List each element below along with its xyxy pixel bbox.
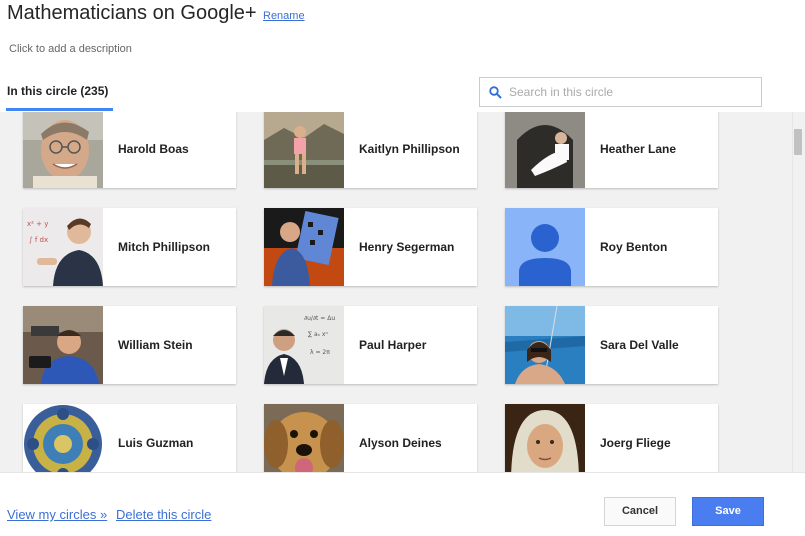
member-name: Heather Lane <box>600 142 677 156</box>
members-grid: Harold Boas Kaitlyn Phillipson Heather L… <box>0 112 805 472</box>
scrollbar-thumb[interactable] <box>794 129 802 155</box>
svg-text:λ = 2π: λ = 2π <box>310 349 330 356</box>
member-card-paul-harper[interactable]: ∂u/∂t = Δu ∑ aₙ xⁿ λ = 2π Paul Harper <box>264 306 477 384</box>
circle-header: Mathematicians on Google+ Rename Click t… <box>0 0 805 112</box>
delete-circle-link[interactable]: Delete this circle <box>116 507 211 522</box>
member-name: Paul Harper <box>359 338 427 352</box>
member-name: Roy Benton <box>600 240 668 254</box>
avatar <box>264 208 344 286</box>
member-card-william-stein[interactable]: William Stein <box>23 306 236 384</box>
dialog-footer: View my circles » Delete this circle Can… <box>0 472 805 536</box>
member-name: Joerg Fliege <box>600 436 671 450</box>
avatar <box>23 404 103 472</box>
search-box[interactable] <box>479 77 762 107</box>
save-button[interactable]: Save <box>692 497 764 526</box>
svg-text:∫ f dx: ∫ f dx <box>29 236 48 244</box>
svg-text:x² + y: x² + y <box>27 220 48 228</box>
member-card-kaitlyn-phillipson[interactable]: Kaitlyn Phillipson <box>264 112 477 188</box>
member-name: William Stein <box>118 338 193 352</box>
member-card-joerg-fliege[interactable]: Joerg Fliege <box>505 404 718 472</box>
member-card-harold-boas[interactable]: Harold Boas <box>23 112 236 188</box>
svg-text:∑ aₙ xⁿ: ∑ aₙ xⁿ <box>308 331 328 338</box>
search-input[interactable] <box>509 78 757 106</box>
description-field[interactable]: Click to add a description <box>9 43 132 55</box>
member-card-heather-lane[interactable]: Heather Lane <box>505 112 718 188</box>
member-name: Mitch Phillipson <box>118 240 210 254</box>
avatar <box>505 112 585 188</box>
svg-text:∂u/∂t = Δu: ∂u/∂t = Δu <box>304 315 335 322</box>
tab-in-this-circle[interactable]: In this circle (235) <box>7 84 108 98</box>
member-card-mitch-phillipson[interactable]: x² + y ∫ f dx Mitch Phillipson <box>23 208 236 286</box>
avatar <box>23 306 103 384</box>
member-name: Alyson Deines <box>359 436 442 450</box>
member-card-henry-segerman[interactable]: Henry Segerman <box>264 208 477 286</box>
member-card-luis-guzman[interactable]: Luis Guzman <box>23 404 236 472</box>
member-name: Harold Boas <box>118 142 189 156</box>
avatar <box>264 404 344 472</box>
search-icon <box>489 86 502 104</box>
avatar: x² + y ∫ f dx <box>23 208 103 286</box>
avatar <box>264 112 344 188</box>
circle-title: Mathematicians on Google+ <box>7 2 257 24</box>
tab-active-indicator <box>6 108 113 111</box>
member-name: Luis Guzman <box>118 436 194 450</box>
member-card-roy-benton[interactable]: Roy Benton <box>505 208 718 286</box>
member-name: Sara Del Valle <box>600 338 679 352</box>
member-name: Henry Segerman <box>359 240 455 254</box>
member-name: Kaitlyn Phillipson <box>359 142 460 156</box>
member-card-alyson-deines[interactable]: Alyson Deines <box>264 404 477 472</box>
rename-link[interactable]: Rename <box>263 10 305 22</box>
view-my-circles-link[interactable]: View my circles » <box>7 507 107 522</box>
avatar: ∂u/∂t = Δu ∑ aₙ xⁿ λ = 2π <box>264 306 344 384</box>
scrollbar[interactable] <box>792 112 805 472</box>
default-avatar-icon <box>505 208 585 286</box>
avatar <box>505 404 585 472</box>
avatar <box>505 306 585 384</box>
cancel-button[interactable]: Cancel <box>604 497 676 526</box>
member-card-sara-del-valle[interactable]: Sara Del Valle <box>505 306 718 384</box>
avatar <box>23 112 103 188</box>
